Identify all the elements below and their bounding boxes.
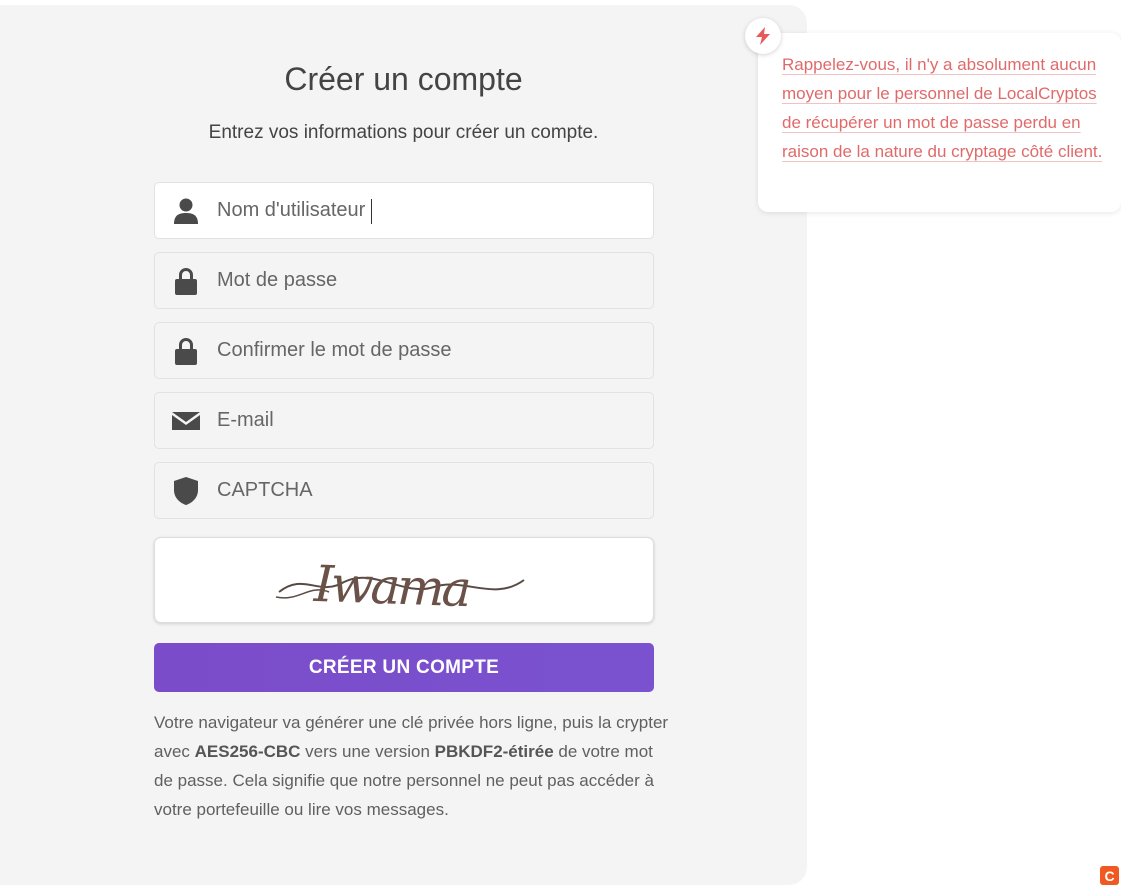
hint-text: Rappelez-vous, il n'y a absolument aucun… <box>782 55 1103 161</box>
password-field[interactable] <box>154 252 654 309</box>
brand-logo-icon: C <box>1100 866 1119 885</box>
info-kdf: PBKDF2-étirée <box>434 742 554 761</box>
hint-badge <box>745 18 781 54</box>
shield-icon <box>155 476 217 505</box>
user-icon <box>155 198 217 224</box>
encryption-info: Votre navigateur va générer une clé priv… <box>154 708 674 824</box>
create-account-button[interactable]: CRÉER UN COMPTE <box>154 643 654 692</box>
text-caret <box>371 199 372 224</box>
envelope-icon <box>155 411 217 430</box>
confirm-password-input[interactable] <box>217 323 637 378</box>
captcha-field[interactable] <box>154 462 654 519</box>
hint-tooltip: Rappelez-vous, il n'y a absolument aucun… <box>758 33 1121 212</box>
lock-icon <box>155 337 217 365</box>
confirm-password-field[interactable] <box>154 322 654 379</box>
captcha-input[interactable] <box>217 463 637 518</box>
info-text-2: vers une version <box>300 742 435 761</box>
page-subtitle: Entrez vos informations pour créer un co… <box>208 122 599 143</box>
captcha-graphic: Iwama <box>275 555 525 618</box>
captcha-image[interactable]: Iwama <box>154 537 654 623</box>
username-input[interactable] <box>217 183 637 238</box>
signup-card: Créer un compte Entrez vos informations … <box>0 5 807 885</box>
email-input[interactable] <box>217 393 637 448</box>
lightning-icon <box>756 27 770 45</box>
info-algo: AES256-CBC <box>194 742 301 761</box>
page-title: Créer un compte <box>284 61 523 97</box>
lock-icon <box>155 267 217 295</box>
password-input[interactable] <box>217 253 637 308</box>
email-field[interactable] <box>154 392 654 449</box>
username-field[interactable] <box>154 182 654 239</box>
captcha-text: Iwama <box>312 555 470 618</box>
